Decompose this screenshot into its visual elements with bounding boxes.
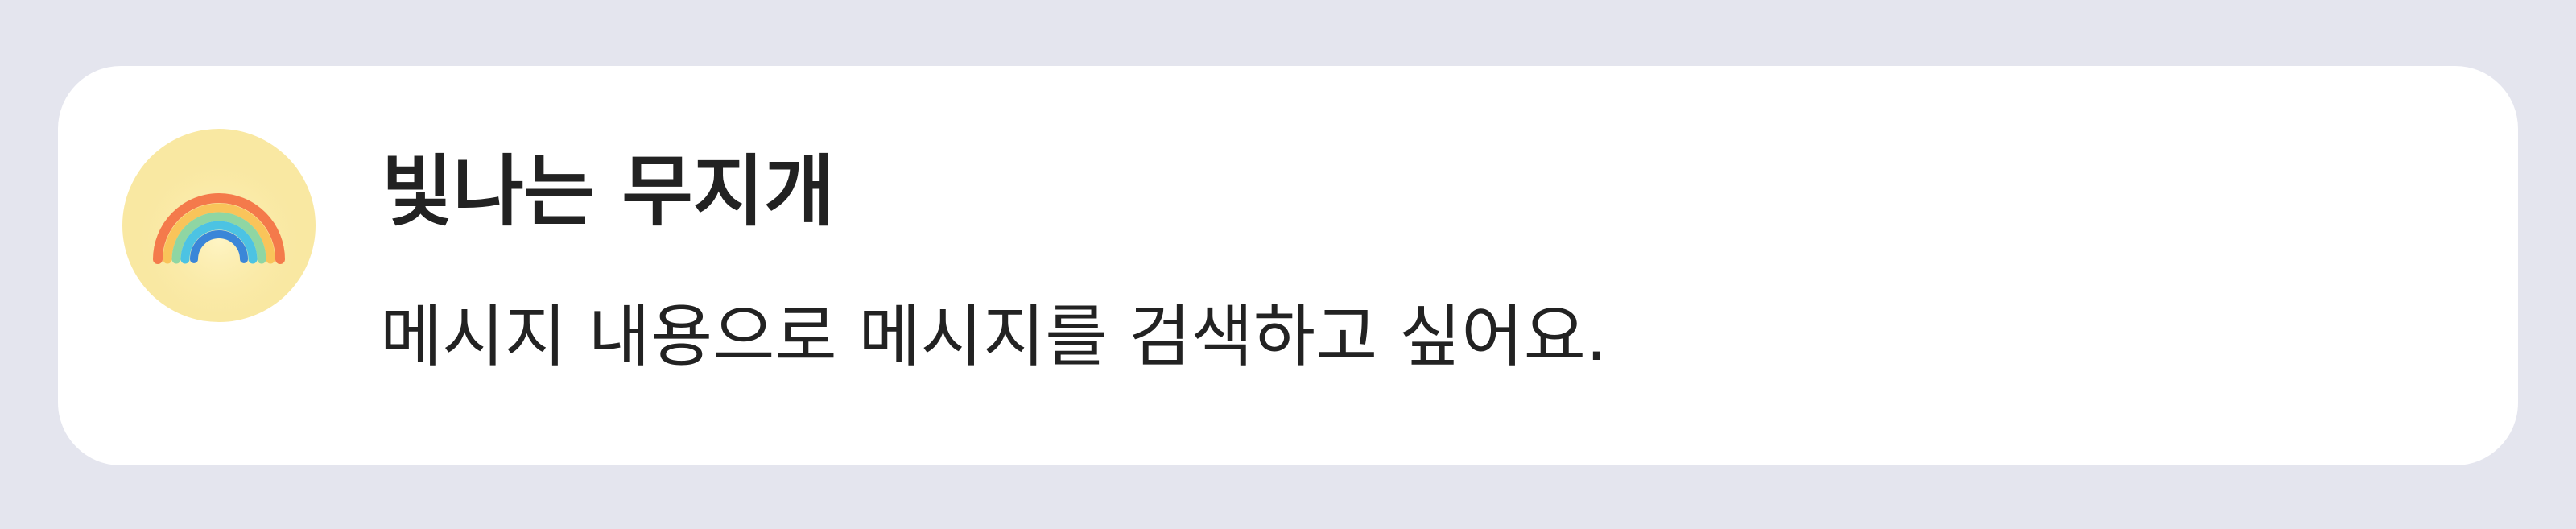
message-card[interactable]: 빛나는 무지개 메시지 내용으로 메시지를 검색하고 싶어요. bbox=[58, 66, 2518, 465]
sender-name: 빛나는 무지개 bbox=[382, 147, 836, 237]
rainbow-icon bbox=[138, 151, 299, 312]
message-text: 메시지 내용으로 메시지를 검색하고 싶어요. bbox=[380, 297, 1608, 376]
avatar bbox=[122, 129, 316, 322]
